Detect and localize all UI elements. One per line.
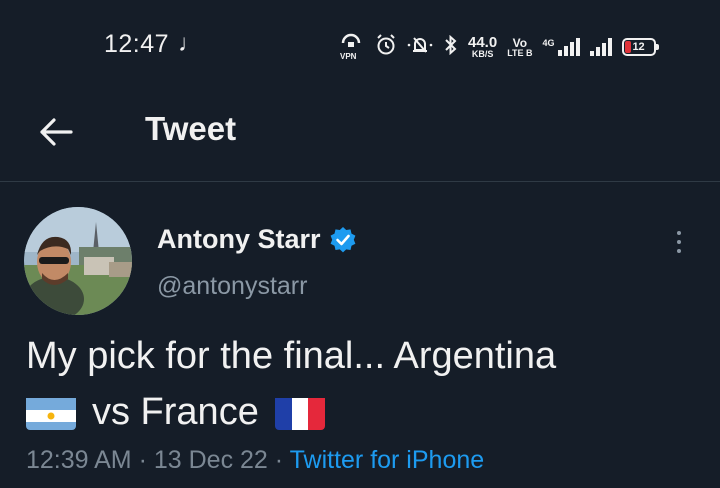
vpn-label: VPN <box>340 52 357 61</box>
volte-top: Vo <box>512 35 528 50</box>
tweet-detail-screen: 12:47 ♩ VPN 44.0 KB/S Vo LTE B 4G 12 Twe… <box>0 0 720 488</box>
meta-separator: · <box>138 446 147 474</box>
tweet-text: My pick for the final... Argentina vs Fr… <box>26 328 706 440</box>
network-speed: 44.0 KB/S <box>468 35 497 59</box>
page-title: Tweet <box>145 110 237 147</box>
tweet-source-link[interactable]: Twitter for iPhone <box>290 446 485 474</box>
network-type-label: 4G <box>542 38 555 48</box>
arrow-left-icon <box>40 118 73 146</box>
tweet-time: 12:39 AM <box>26 446 132 474</box>
battery-level: 12 <box>632 41 645 53</box>
tweet-text-line-1: My pick for the final... Argentina <box>26 335 557 377</box>
more-options-button[interactable] <box>664 224 694 260</box>
author-handle[interactable]: @antonystarr <box>157 272 307 301</box>
tweet-meta: 12:39 AM · 13 Dec 22 · Twitter for iPhon… <box>26 446 484 475</box>
volte-bottom: LTE B <box>507 47 533 58</box>
more-dot <box>677 249 681 253</box>
battery-icon: 12 <box>621 38 659 56</box>
tweet-text-line-2-text: vs France <box>92 391 259 433</box>
alarm-icon <box>376 33 396 61</box>
music-note-icon: ♩ <box>178 30 202 57</box>
status-icons: VPN 44.0 KB/S Vo LTE B 4G 12 <box>340 30 659 64</box>
verified-badge-icon <box>330 226 355 252</box>
header-bar: Tweet <box>0 84 720 182</box>
avatar-image <box>24 207 132 315</box>
status-time: 12:47 <box>104 30 170 58</box>
mute-notifications-icon <box>406 35 434 60</box>
signal-4g-icon: 4G <box>543 38 580 56</box>
more-dot <box>677 240 681 244</box>
meta-separator: · <box>274 446 284 474</box>
back-button[interactable] <box>34 110 78 154</box>
vpn-icon: VPN <box>340 33 366 61</box>
volte-indicator: Vo LTE B <box>507 37 532 58</box>
network-speed-value: 44.0 <box>468 34 498 51</box>
tweet-text-line-2: vs France <box>26 384 706 440</box>
argentina-flag-emoji <box>26 394 76 430</box>
network-speed-unit: KB/S <box>471 49 494 59</box>
more-vertical-icon <box>677 231 681 235</box>
author-avatar[interactable] <box>24 207 132 315</box>
status-bar: 12:47 ♩ VPN 44.0 KB/S Vo LTE B 4G 12 <box>0 0 720 84</box>
author-name[interactable]: Antony Starr <box>157 224 321 255</box>
france-flag-emoji <box>274 394 325 430</box>
tweet-date: 13 Dec 22 <box>153 446 268 474</box>
signal-icon <box>589 38 612 56</box>
author-name-row: Antony Starr <box>157 224 357 255</box>
bluetooth-icon <box>444 34 458 60</box>
